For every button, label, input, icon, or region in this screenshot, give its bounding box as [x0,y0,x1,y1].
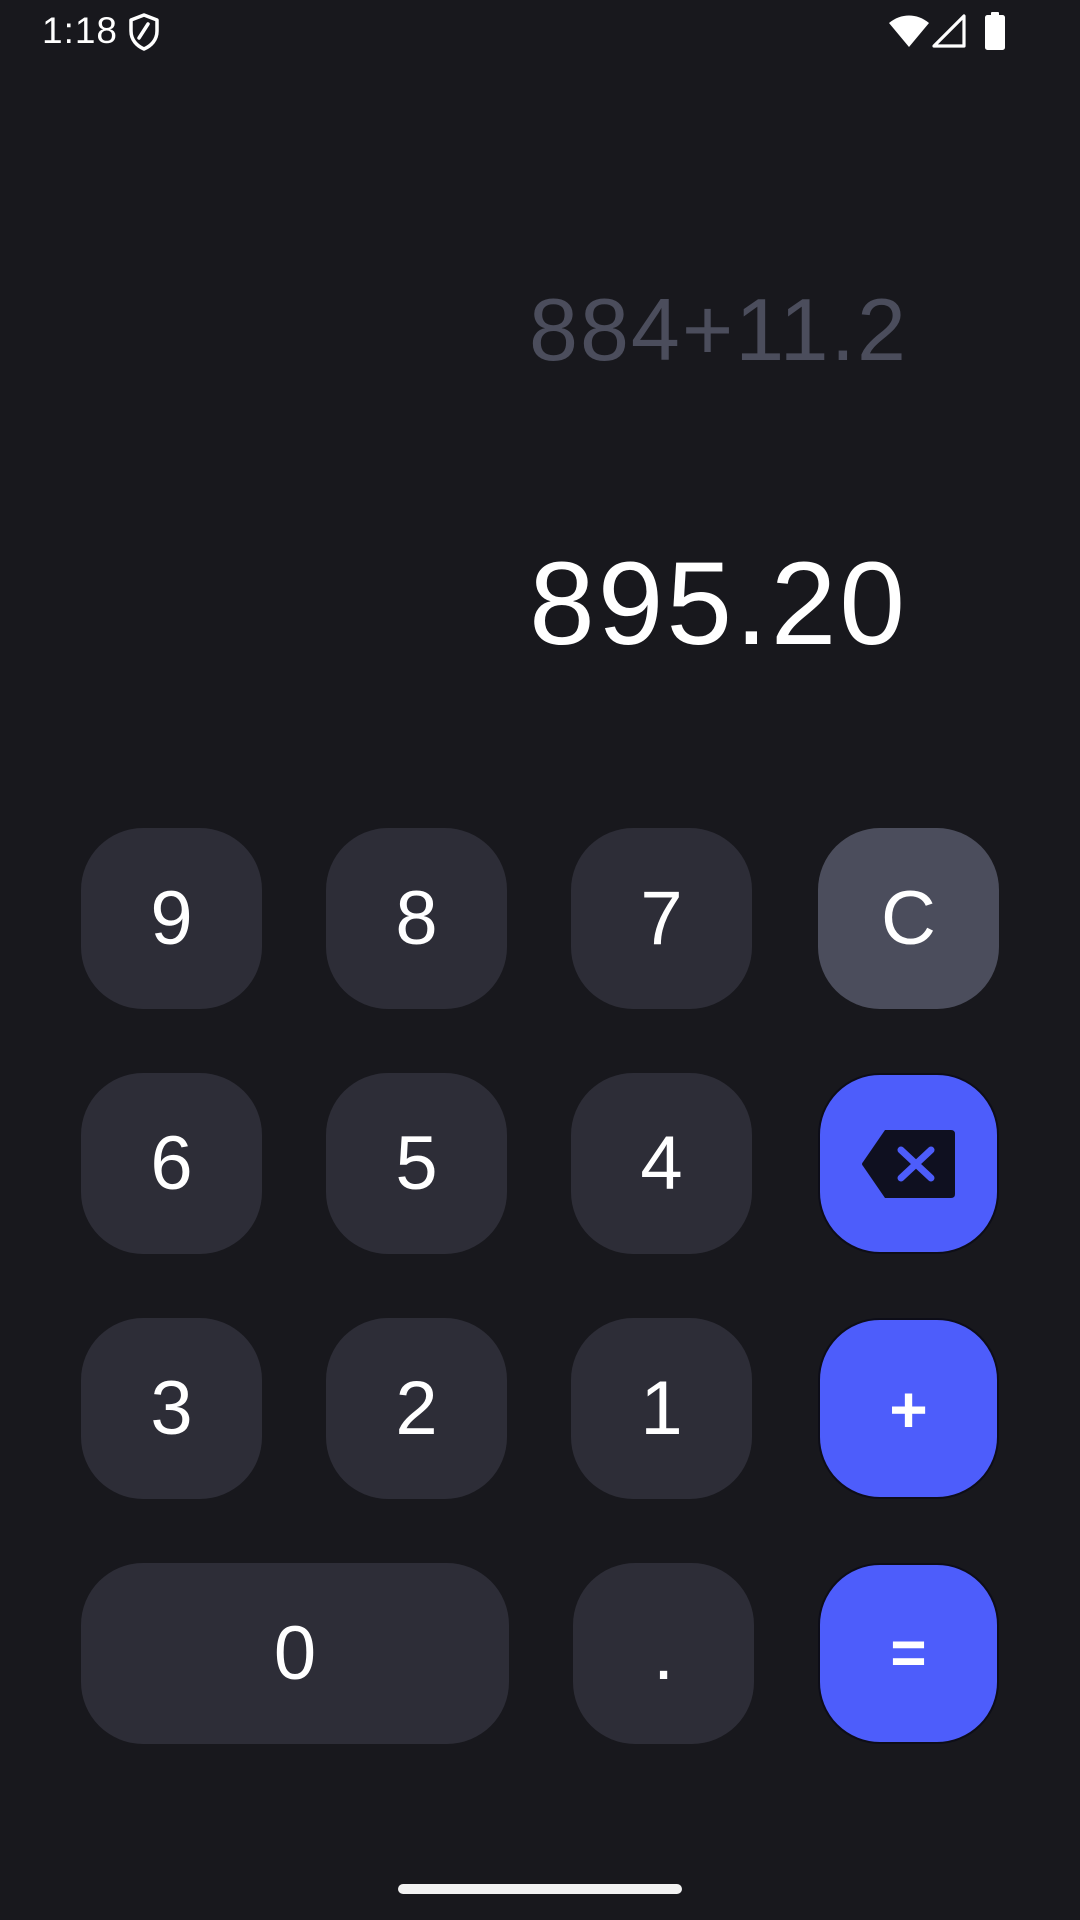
key-5[interactable]: 5 [326,1073,507,1254]
key-6[interactable]: 6 [81,1073,262,1254]
key-9[interactable]: 9 [81,828,262,1009]
decimal-button-label: . [652,1610,675,1696]
key-5-label: 5 [395,1120,438,1206]
equals-button-label: = [890,1618,927,1688]
status-bar: 1:18 [0,0,1080,62]
expression-display: 884+11.2 [529,280,908,379]
key-8[interactable]: 8 [326,828,507,1009]
battery-icon [985,12,1005,50]
key-1-label: 1 [640,1365,683,1451]
plus-button-label: + [889,1371,928,1446]
signal-icon [932,14,966,48]
status-time: 1:18 [42,10,119,51]
backspace-icon [861,1129,955,1198]
key-2[interactable]: 2 [326,1318,507,1499]
shield-icon [129,13,159,51]
decimal-button[interactable]: . [573,1563,754,1744]
key-2-label: 2 [395,1365,438,1451]
key-7-label: 7 [640,875,683,961]
home-indicator[interactable] [398,1884,682,1894]
result-display: 895.20 [529,538,908,670]
key-3[interactable]: 3 [81,1318,262,1499]
key-0-label: 0 [273,1610,317,1696]
key-0[interactable]: 0 [81,1563,509,1744]
key-9-label: 9 [150,875,193,961]
key-6-label: 6 [150,1120,193,1206]
wifi-icon [889,15,929,47]
key-4[interactable]: 4 [571,1073,752,1254]
key-4-label: 4 [640,1120,683,1206]
clear-button[interactable]: C [818,828,999,1009]
key-7[interactable]: 7 [571,828,752,1009]
key-1[interactable]: 1 [571,1318,752,1499]
plus-button[interactable]: + [818,1318,999,1499]
key-8-label: 8 [395,875,438,961]
backspace-button[interactable] [818,1073,999,1254]
clear-button-label: C [881,875,936,961]
equals-button[interactable]: = [818,1563,999,1744]
calculator-screen: 1:18 884+11.2 895.20 9 8 7 C 6 5 4 3 2 1… [0,0,1080,1920]
key-3-label: 3 [150,1365,193,1451]
